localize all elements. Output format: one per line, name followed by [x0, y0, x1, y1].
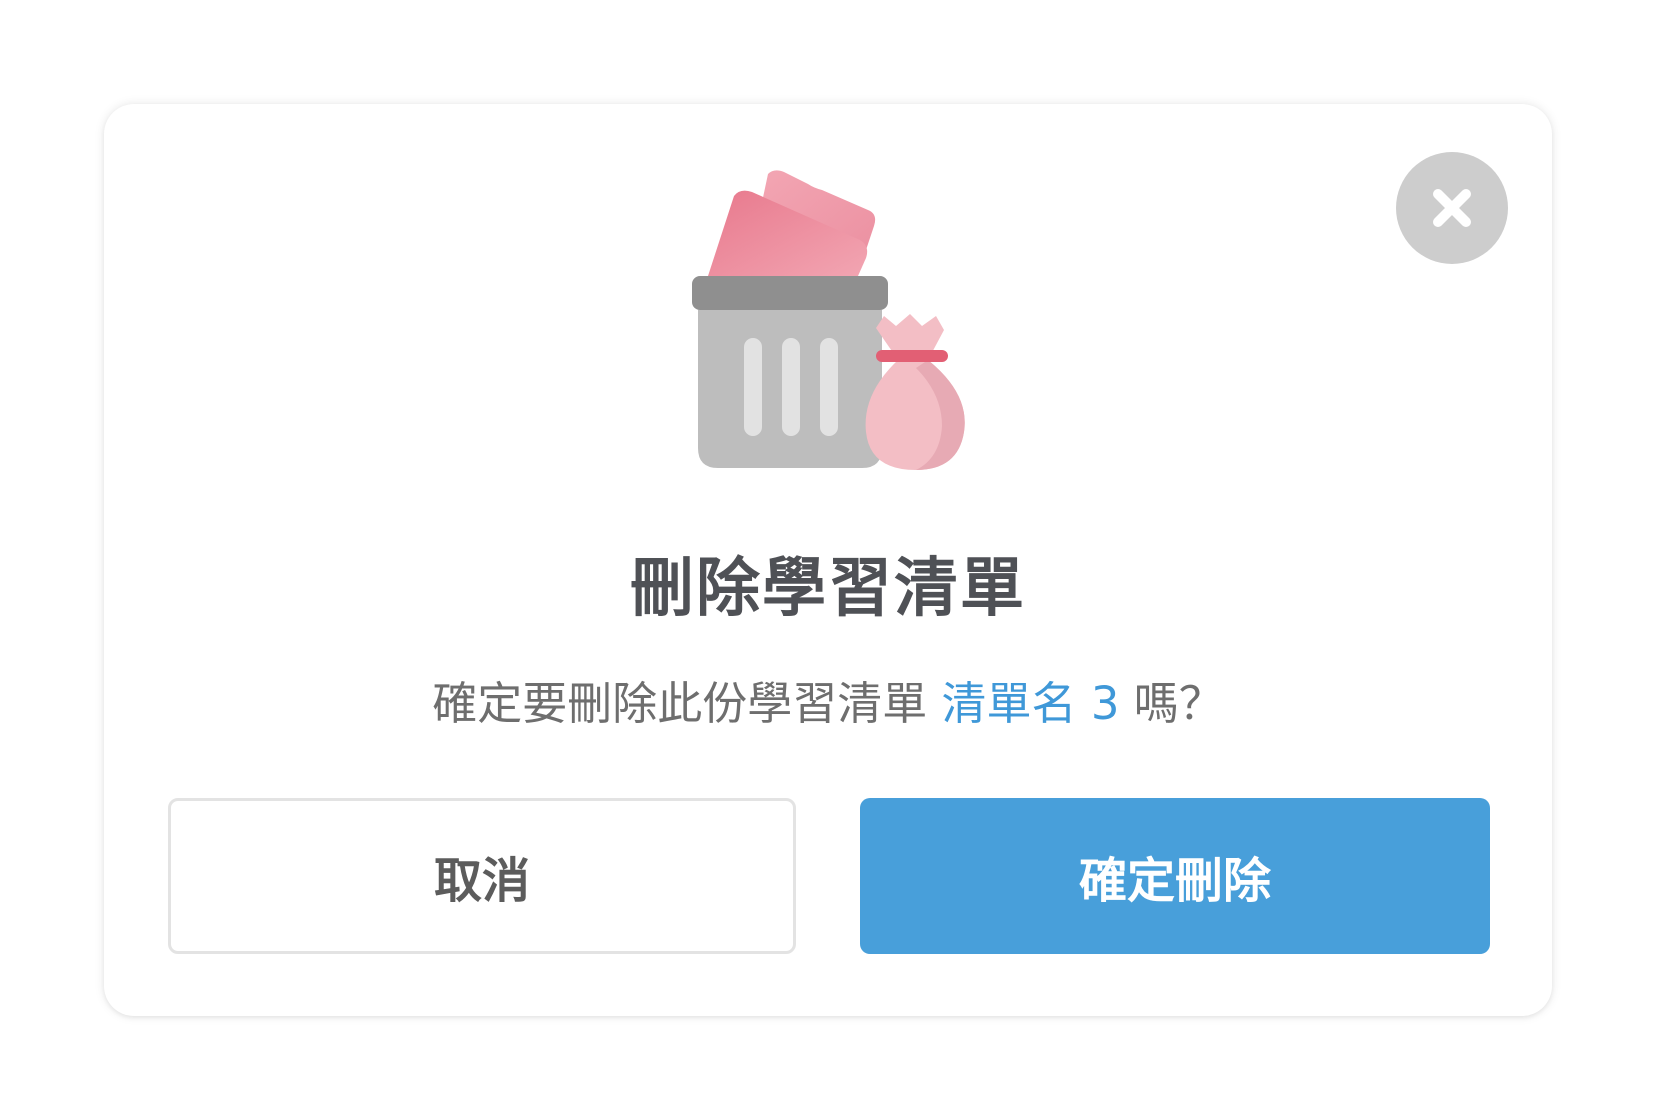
dialog-message: 確定要刪除此份學習清單 清單名 3 嗎？ — [104, 669, 1552, 739]
confirm-delete-button[interactable]: 確定刪除 — [860, 798, 1490, 954]
dialog-title: 刪除學習清單 — [630, 552, 1026, 626]
message-suffix: 嗎？ — [1133, 677, 1224, 730]
delete-list-dialog: 刪除學習清單 確定要刪除此份學習清單 清單名 3 嗎？ 取消 確定刪除 — [104, 104, 1552, 1016]
list-name: 清單名 3 — [941, 677, 1120, 730]
trash-bin-icon — [692, 170, 965, 470]
close-button[interactable] — [1396, 152, 1508, 264]
cancel-button[interactable]: 取消 — [168, 798, 796, 954]
close-icon — [1433, 189, 1471, 227]
message-prefix: 確定要刪除此份學習清單 — [432, 677, 928, 730]
